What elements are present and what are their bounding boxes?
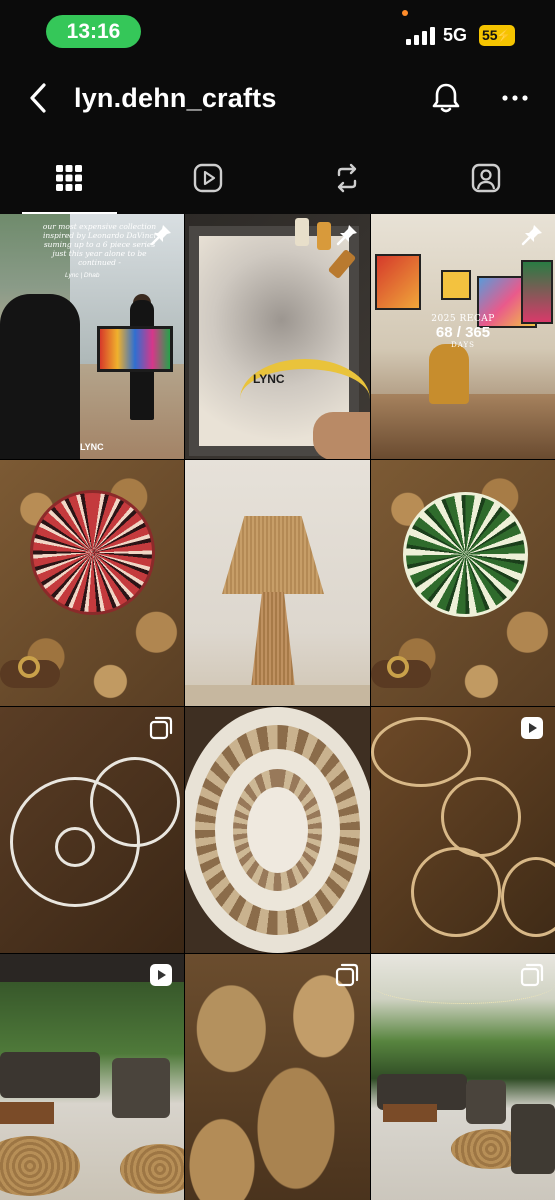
armchair (112, 1058, 170, 1118)
posts-grid: our most expensive collection inspired b… (0, 214, 555, 1200)
grid-icon (56, 165, 83, 191)
lamp-base (251, 592, 295, 688)
sofa (0, 1052, 100, 1098)
post-thumbnail[interactable] (0, 460, 184, 706)
post-thumbnail[interactable] (0, 707, 184, 953)
brand-logo: LYNC (80, 442, 104, 452)
post-thumbnail[interactable] (185, 460, 370, 706)
woven-basket (501, 857, 555, 937)
post-thumbnail[interactable] (185, 707, 370, 953)
brand-logo: LYNC (253, 372, 285, 386)
bell-icon[interactable] (430, 81, 462, 115)
lamp-shade (222, 516, 324, 594)
post-thumbnail[interactable] (371, 707, 555, 953)
post-signature: Lync | Dhab (65, 272, 100, 279)
tab-grid[interactable] (0, 142, 139, 214)
round-rug (0, 1136, 80, 1196)
status-time: 13:16 (46, 15, 141, 48)
red-woven-fan (30, 490, 155, 615)
battery-indicator: 55 ⚡ (479, 25, 515, 46)
tagged-icon (471, 163, 500, 193)
coffee-table (383, 1104, 437, 1122)
recap-overlay: 2025 RECAP 68 / 365 DAYS (413, 314, 513, 349)
wall-art (441, 270, 471, 300)
post-thumbnail[interactable] (0, 954, 184, 1200)
tab-reels[interactable] (139, 142, 278, 214)
carousel-icon (520, 963, 544, 987)
post-thumbnail[interactable] (371, 954, 555, 1200)
tab-reposts[interactable] (278, 142, 417, 214)
camera-indicator-dot (402, 10, 408, 16)
chevron-left-icon[interactable] (26, 81, 52, 115)
profile-tabs (0, 142, 555, 214)
network-type: 5G (443, 25, 468, 45)
post-thumbnail[interactable]: our most expensive collection inspired b… (0, 214, 184, 459)
woven-basket (441, 777, 521, 857)
carousel-icon (149, 716, 173, 740)
pin-icon (521, 225, 542, 246)
signal-icon (406, 27, 435, 45)
status-bar: 13:16 5G 55 ⚡ (0, 0, 555, 64)
pin-icon (150, 225, 171, 246)
carousel-icon (335, 963, 359, 987)
wire-frame (55, 827, 95, 867)
post-caption: our most expensive collection inspired b… (42, 222, 157, 267)
armchair (511, 1104, 555, 1174)
thread-spool (295, 218, 309, 246)
pin-icon (336, 225, 357, 246)
recap-unit: DAYS (451, 341, 475, 349)
hand (313, 412, 370, 459)
post-thumbnail[interactable] (185, 954, 370, 1200)
charging-icon: ⚡ (495, 28, 512, 43)
wall-art (521, 260, 553, 324)
woven-basket (371, 717, 471, 787)
reels-icon (193, 163, 223, 193)
reel-icon (521, 717, 543, 739)
profile-header: lyn.dehn_crafts (0, 64, 555, 142)
reel-icon (150, 964, 172, 986)
post-thumbnail[interactable]: LYNC (185, 214, 370, 459)
round-rug (120, 1144, 184, 1194)
wall-art (375, 254, 421, 310)
woven-basket (411, 847, 501, 937)
green-woven-fan (403, 492, 528, 617)
bangle (18, 656, 40, 678)
more-horizontal-icon[interactable] (500, 84, 530, 112)
rug-center (247, 787, 308, 873)
thread-spool (317, 222, 331, 250)
recap-count: 68 / 365 (435, 324, 491, 341)
artist-figure (429, 344, 469, 404)
coffee-table (0, 1102, 54, 1124)
shelf (185, 685, 370, 706)
bangle (387, 656, 409, 678)
framed-artwork (97, 326, 173, 372)
reposts-icon (337, 163, 357, 193)
recap-title: 2025 RECAP (431, 314, 495, 324)
tab-tagged[interactable] (416, 142, 555, 214)
photographer-silhouette (0, 294, 80, 459)
wire-frame (90, 757, 180, 847)
post-thumbnail[interactable]: 2025 RECAP 68 / 365 DAYS (371, 214, 555, 459)
armchair (466, 1080, 506, 1124)
post-thumbnail[interactable] (371, 460, 555, 706)
profile-username: lyn.dehn_crafts (74, 83, 277, 113)
